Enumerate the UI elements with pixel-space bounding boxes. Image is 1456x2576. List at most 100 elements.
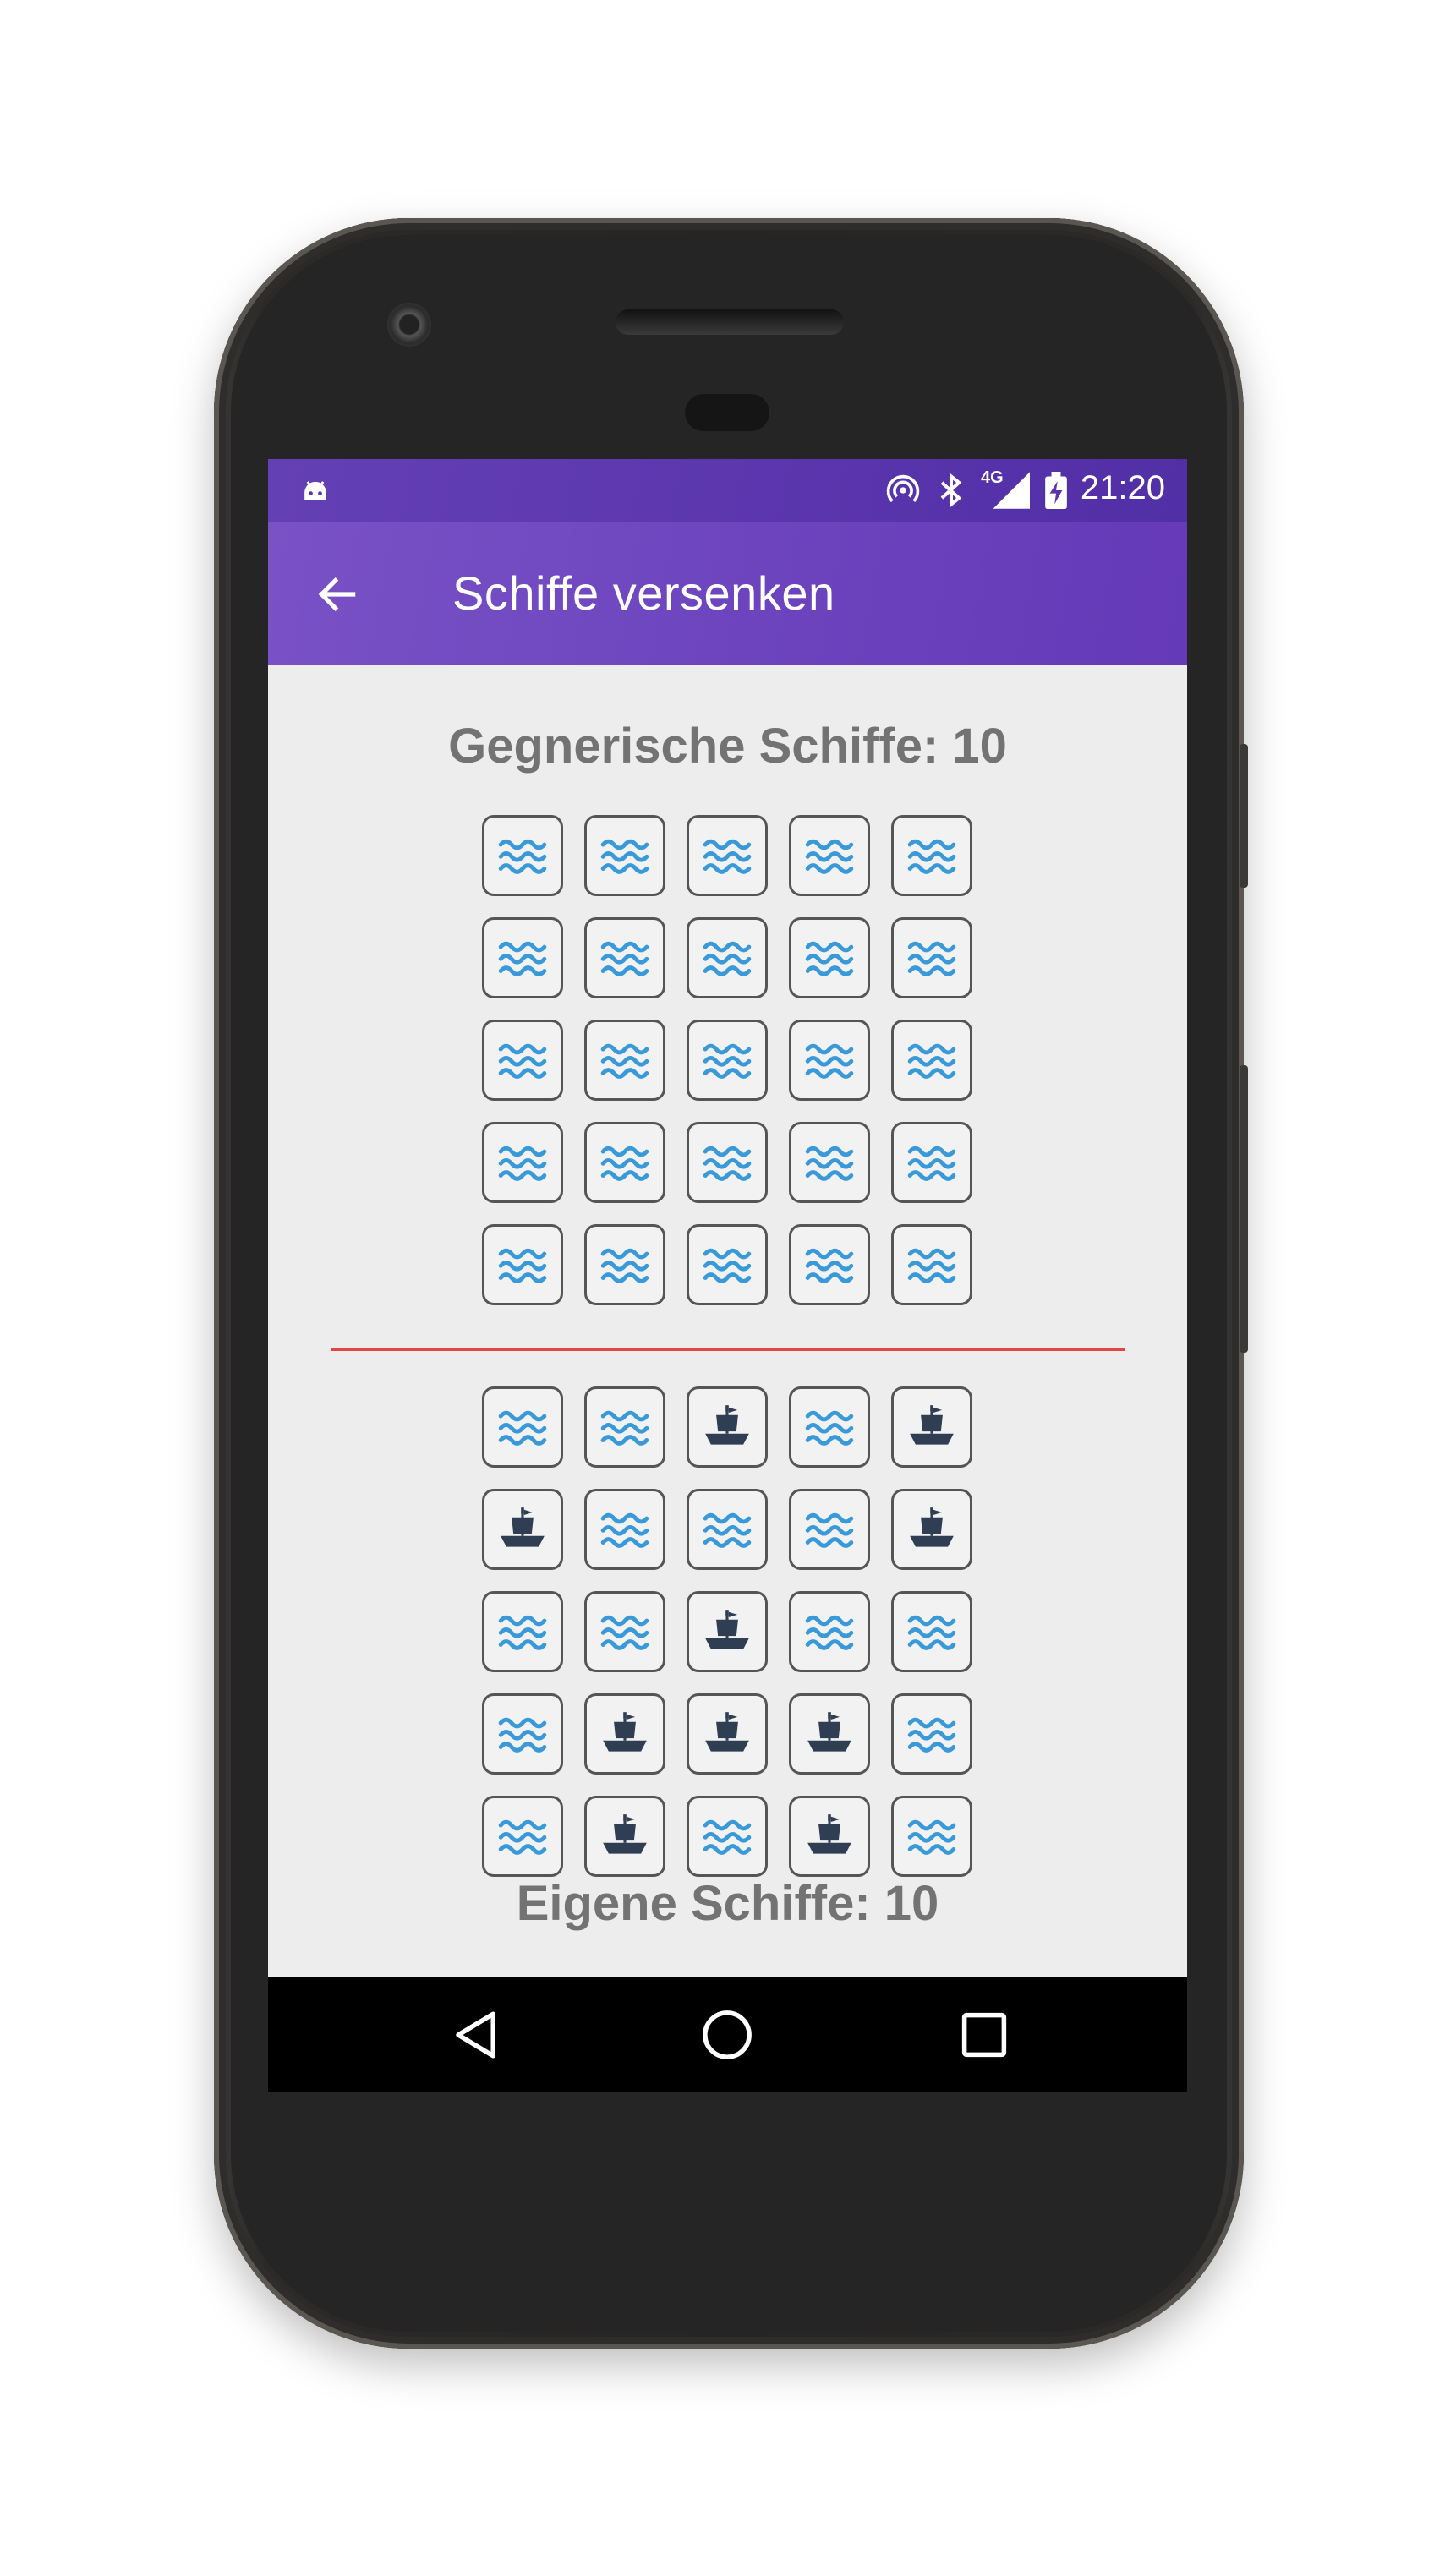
water-wave-icon bbox=[600, 1512, 649, 1548]
own-cell-water[interactable] bbox=[482, 1386, 563, 1468]
own-cell-ship[interactable] bbox=[789, 1796, 870, 1877]
enemy-cell-water[interactable] bbox=[891, 917, 972, 998]
enemy-cell-water[interactable] bbox=[891, 1020, 972, 1101]
own-cell-water[interactable] bbox=[891, 1591, 972, 1672]
own-cell-ship[interactable] bbox=[687, 1591, 768, 1672]
own-cell-ship[interactable] bbox=[584, 1693, 665, 1775]
enemy-cell-water[interactable] bbox=[891, 1122, 972, 1203]
water-wave-icon bbox=[600, 1146, 649, 1181]
page-title: Schiffe versenken bbox=[452, 566, 835, 620]
own-cell-ship[interactable] bbox=[891, 1489, 972, 1570]
enemy-cell-water[interactable] bbox=[789, 917, 870, 998]
own-cell-water[interactable] bbox=[482, 1796, 563, 1877]
game-board: Gegnerische Schiffe: 10 Eigene Schiffe: … bbox=[268, 665, 1187, 1977]
enemy-cell-water[interactable] bbox=[687, 815, 768, 896]
water-wave-icon bbox=[805, 1410, 854, 1446]
enemy-cell-water[interactable] bbox=[482, 1020, 563, 1101]
app-bar: Schiffe versenken bbox=[268, 522, 1187, 665]
enemy-cell-water[interactable] bbox=[891, 1224, 972, 1305]
enemy-cell-water[interactable] bbox=[482, 1224, 563, 1305]
hotspot-icon bbox=[886, 474, 920, 503]
enemy-cell-water[interactable] bbox=[789, 1122, 870, 1203]
water-wave-icon bbox=[600, 1615, 649, 1650]
own-cell-water[interactable] bbox=[584, 1591, 665, 1672]
own-cell-water[interactable] bbox=[482, 1591, 563, 1672]
enemy-cell-water[interactable] bbox=[482, 815, 563, 896]
own-cell-water[interactable] bbox=[891, 1693, 972, 1775]
own-cell-water[interactable] bbox=[789, 1489, 870, 1570]
enemy-cell-water[interactable] bbox=[891, 815, 972, 896]
water-wave-icon bbox=[805, 839, 854, 874]
enemy-cell-water[interactable] bbox=[482, 917, 563, 998]
back-triangle-icon[interactable] bbox=[449, 2007, 505, 2063]
battery-charging-icon bbox=[1045, 472, 1067, 509]
enemy-ships-label: Gegnerische Schiffe: 10 bbox=[448, 719, 1007, 774]
arrow-left-icon[interactable] bbox=[312, 571, 363, 618]
own-cell-water[interactable] bbox=[687, 1796, 768, 1877]
water-wave-icon bbox=[907, 1043, 956, 1079]
front-camera bbox=[387, 303, 431, 347]
own-cell-ship[interactable] bbox=[789, 1693, 870, 1775]
water-wave-icon bbox=[805, 1146, 854, 1181]
ship-icon bbox=[705, 1405, 749, 1445]
water-wave-icon bbox=[805, 941, 854, 976]
enemy-cell-water[interactable] bbox=[687, 1122, 768, 1203]
water-wave-icon bbox=[805, 1512, 854, 1548]
own-cell-water[interactable] bbox=[789, 1386, 870, 1468]
own-cell-ship[interactable] bbox=[891, 1386, 972, 1468]
own-cell-water[interactable] bbox=[789, 1591, 870, 1672]
own-cell-ship[interactable] bbox=[687, 1693, 768, 1775]
water-wave-icon bbox=[600, 1248, 649, 1283]
own-cell-water[interactable] bbox=[687, 1489, 768, 1570]
own-cell-water[interactable] bbox=[584, 1386, 665, 1468]
recents-square-icon[interactable] bbox=[956, 2007, 1012, 2063]
signal-indicator: 4G bbox=[981, 468, 1030, 509]
enemy-cell-water[interactable] bbox=[687, 1224, 768, 1305]
enemy-cell-water[interactable] bbox=[584, 1020, 665, 1101]
enemy-cell-water[interactable] bbox=[789, 1224, 870, 1305]
enemy-cell-water[interactable] bbox=[687, 917, 768, 998]
enemy-cell-water[interactable] bbox=[584, 1122, 665, 1203]
status-icons: 4G bbox=[884, 468, 1067, 510]
ship-icon bbox=[910, 1507, 954, 1547]
water-wave-icon bbox=[600, 941, 649, 976]
own-cell-ship[interactable] bbox=[584, 1796, 665, 1877]
water-wave-icon bbox=[805, 1615, 854, 1650]
own-cell-water[interactable] bbox=[482, 1693, 563, 1775]
own-cell-water[interactable] bbox=[891, 1796, 972, 1877]
status-time: 21:20 bbox=[1080, 469, 1165, 506]
home-circle-icon[interactable] bbox=[699, 2007, 755, 2063]
ship-icon bbox=[501, 1507, 545, 1547]
android-debug-icon bbox=[304, 481, 326, 500]
own-cell-ship[interactable] bbox=[687, 1386, 768, 1468]
water-wave-icon bbox=[907, 1248, 956, 1283]
own-ships-label: Eigene Schiffe: 10 bbox=[516, 1876, 939, 1931]
ship-icon bbox=[910, 1405, 954, 1445]
proximity-sensor bbox=[685, 394, 769, 431]
enemy-cell-water[interactable] bbox=[789, 815, 870, 896]
ship-icon bbox=[705, 1712, 749, 1752]
enemy-cell-water[interactable] bbox=[584, 1224, 665, 1305]
enemy-cell-water[interactable] bbox=[584, 815, 665, 896]
water-wave-icon bbox=[498, 1043, 547, 1079]
enemy-cell-water[interactable] bbox=[482, 1122, 563, 1203]
water-wave-icon bbox=[600, 839, 649, 874]
enemy-cell-water[interactable] bbox=[687, 1020, 768, 1101]
enemy-cell-water[interactable] bbox=[584, 917, 665, 998]
own-cell-ship[interactable] bbox=[482, 1489, 563, 1570]
enemy-cell-water[interactable] bbox=[789, 1020, 870, 1101]
water-wave-icon bbox=[703, 1146, 752, 1181]
water-wave-icon bbox=[907, 839, 956, 874]
own-grid bbox=[482, 1386, 974, 1877]
water-wave-icon bbox=[703, 1043, 752, 1079]
own-cell-water[interactable] bbox=[584, 1489, 665, 1570]
grid-divider bbox=[331, 1348, 1125, 1351]
water-wave-icon bbox=[703, 941, 752, 976]
volume-button bbox=[1240, 1065, 1248, 1353]
ship-icon bbox=[705, 1610, 749, 1649]
water-wave-icon bbox=[498, 1146, 547, 1181]
water-wave-icon bbox=[498, 1717, 547, 1753]
water-wave-icon bbox=[600, 1043, 649, 1079]
water-wave-icon bbox=[805, 1248, 854, 1283]
water-wave-icon bbox=[907, 1717, 956, 1753]
